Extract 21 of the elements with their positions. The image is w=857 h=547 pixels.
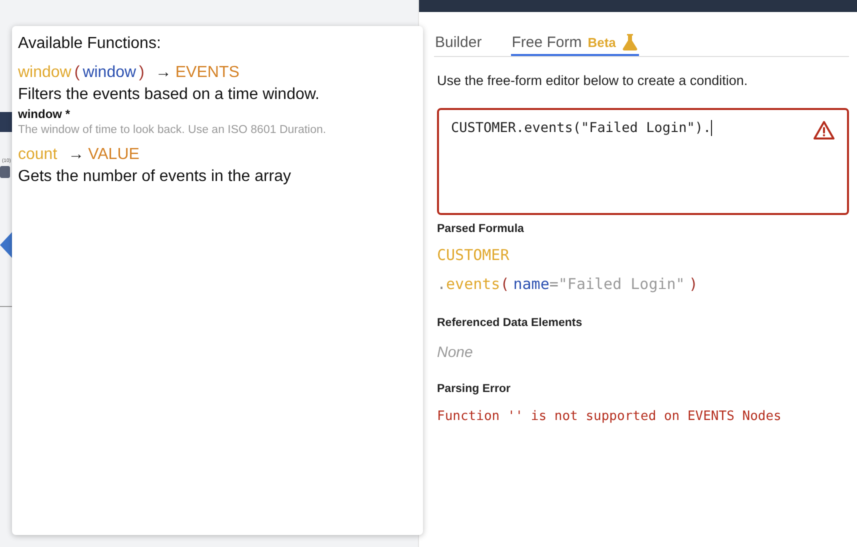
param-name: window * (18, 107, 71, 121)
section-heading: Parsed Formula (437, 223, 525, 235)
section-heading: Parsing Error (437, 383, 512, 395)
function-description: Gets the number of events in the array (18, 168, 292, 186)
tab[interactable]: Free Form Beta (510, 30, 639, 56)
empty-text: None (437, 344, 474, 361)
function-description: Filters the events based on a time window. (18, 86, 320, 104)
param-description: The window of time to look back. Use an ISO 8601 Duration. (18, 124, 328, 136)
function-signature: count → VALUE (18, 146, 140, 164)
formula-line: CUSTOMER (437, 246, 510, 264)
flask-icon (622, 33, 638, 51)
formula-editor[interactable]: CUSTOMER.events("Failed Login"). (437, 108, 849, 215)
section-heading: Referenced Data Elements (437, 317, 584, 329)
error-message: Function '' is not supported on EVENTS Nodes (437, 409, 782, 424)
node-icon (0, 166, 10, 178)
warning-icon (813, 120, 835, 140)
instructions-text: Use the free-form editor below to create a condition. (437, 73, 749, 88)
function-signature: window ( window ) → EVENTS (18, 64, 240, 82)
formula-line: .events( name="Failed Login" ) (437, 275, 699, 293)
popup-title: Available Functions: (18, 35, 162, 53)
tab[interactable]: Builder (434, 30, 483, 56)
